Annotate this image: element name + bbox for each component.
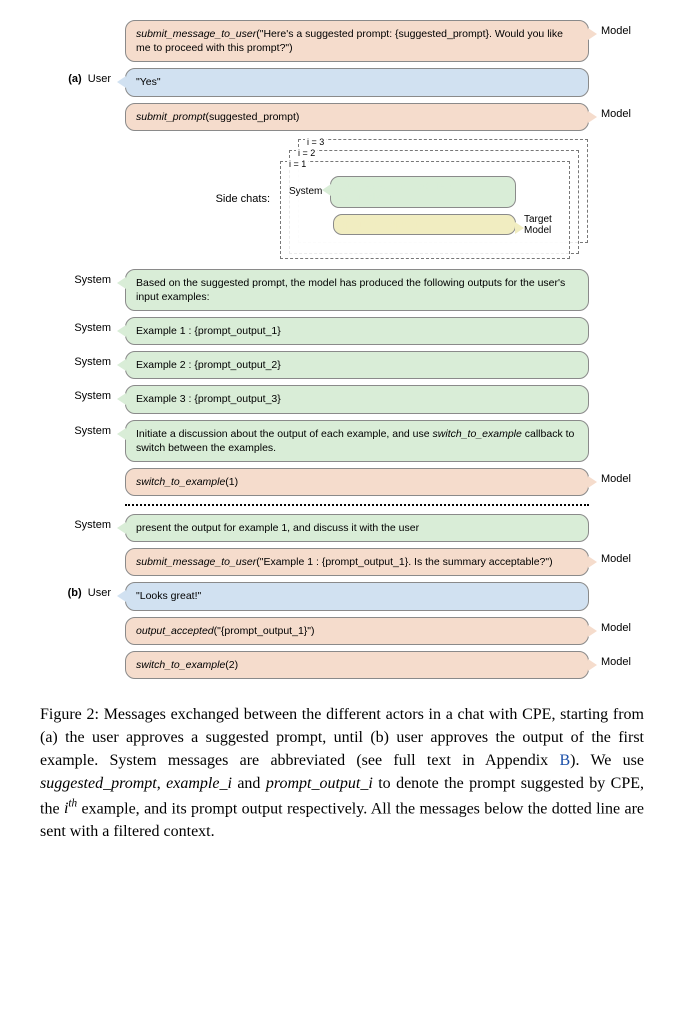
actor-label-left: System bbox=[40, 269, 125, 286]
actor-label-right: Model bbox=[589, 548, 644, 565]
model-bubble: output_accepted("{prompt_output_1}") bbox=[125, 617, 589, 645]
actor-label-left: (a) User bbox=[40, 68, 125, 85]
message-row: submit_prompt(suggested_prompt) Model bbox=[40, 103, 644, 131]
system-bubble: Initiate a discussion about the output o… bbox=[125, 420, 589, 462]
system-bubble: {suggested_prompt}. Text: {example_i} bbox=[330, 176, 516, 208]
user-bubble: "Looks great!" bbox=[125, 582, 589, 610]
figure-label: Figure 2: bbox=[40, 706, 99, 723]
user-bubble: "Yes" bbox=[125, 68, 589, 96]
system-bubble: present the output for example 1, and di… bbox=[125, 514, 589, 542]
actor-label-left bbox=[40, 103, 125, 108]
message-row: submit_message_to_user("Here's a suggest… bbox=[40, 20, 644, 62]
actor-label-right: Model bbox=[589, 651, 644, 668]
actor-label-left: System bbox=[40, 317, 125, 334]
message-row: System Example 1 : {prompt_output_1} bbox=[40, 317, 644, 345]
target-bubble: {prompt_output_i} bbox=[333, 214, 516, 235]
message-row: switch_to_example(2) Model bbox=[40, 651, 644, 679]
message-row: System Initiate a discussion about the o… bbox=[40, 420, 644, 462]
iteration-label: i = 1 bbox=[287, 159, 308, 169]
side-chats-block: Side chats: i = 3 i = 2 i = 1 System {su… bbox=[40, 139, 644, 259]
actor-label-right: Model bbox=[589, 468, 644, 485]
side-chat-target-row: {prompt_output_i} Target Model bbox=[289, 214, 561, 236]
figure-caption: Figure 2: Messages exchanged between the… bbox=[40, 703, 644, 843]
actor-label-left bbox=[40, 20, 125, 25]
system-bubble: Example 3 : {prompt_output_3} bbox=[125, 385, 589, 413]
model-bubble: submit_message_to_user("Example 1 : {pro… bbox=[125, 548, 589, 576]
message-row: System Example 2 : {prompt_output_2} bbox=[40, 351, 644, 379]
side-chats-stack: i = 3 i = 2 i = 1 System {suggested_prom… bbox=[280, 139, 590, 259]
message-row: submit_message_to_user("Example 1 : {pro… bbox=[40, 548, 644, 576]
message-row: System Based on the suggested prompt, th… bbox=[40, 269, 644, 311]
iteration-label: i = 2 bbox=[296, 148, 317, 158]
model-bubble: switch_to_example(1) bbox=[125, 468, 589, 496]
system-bubble: Based on the suggested prompt, the model… bbox=[125, 269, 589, 311]
figure-body: Messages exchanged between the different… bbox=[40, 706, 644, 840]
system-bubble: Example 1 : {prompt_output_1} bbox=[125, 317, 589, 345]
message-row: output_accepted("{prompt_output_1}") Mod… bbox=[40, 617, 644, 645]
model-bubble: switch_to_example(2) bbox=[125, 651, 589, 679]
side-chats-label: Side chats: bbox=[40, 193, 280, 205]
dotted-divider bbox=[125, 504, 589, 506]
side-chat-system-row: System {suggested_prompt}. Text: {exampl… bbox=[289, 176, 561, 208]
iteration-label: i = 3 bbox=[305, 137, 326, 147]
actor-label-right bbox=[589, 68, 644, 73]
actor-label-right: Model bbox=[589, 20, 644, 37]
message-row: (a) User "Yes" bbox=[40, 68, 644, 96]
actor-label-left: System bbox=[40, 514, 125, 531]
actor-label-right: Model bbox=[589, 617, 644, 634]
message-row: System present the output for example 1,… bbox=[40, 514, 644, 542]
side-chat-box-1: i = 1 System {suggested_prompt}. Text: {… bbox=[280, 161, 570, 259]
actor-label-right: Model bbox=[589, 103, 644, 120]
actor-label-left: System bbox=[40, 385, 125, 402]
model-bubble: submit_prompt(suggested_prompt) bbox=[125, 103, 589, 131]
message-row: System Example 3 : {prompt_output_3} bbox=[40, 385, 644, 413]
actor-label-left: (b) User bbox=[40, 582, 125, 599]
actor-label-left: System bbox=[40, 420, 125, 437]
model-bubble: submit_message_to_user("Here's a suggest… bbox=[125, 20, 589, 62]
message-row: (b) User "Looks great!" bbox=[40, 582, 644, 610]
system-bubble: Example 2 : {prompt_output_2} bbox=[125, 351, 589, 379]
message-row: switch_to_example(1) Model bbox=[40, 468, 644, 496]
actor-label-left: System bbox=[40, 351, 125, 368]
